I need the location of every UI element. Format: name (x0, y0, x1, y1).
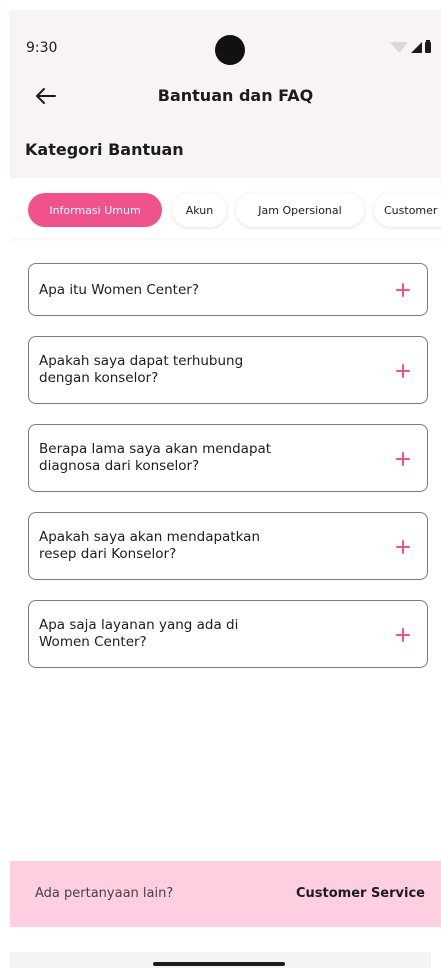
status-bar: 9:30 (10, 10, 441, 70)
category-chip-informasi-umum[interactable]: Informasi Umum (28, 193, 162, 227)
faq-item[interactable]: Berapa lama saya akan mendapat diagnosa … (28, 424, 428, 492)
wifi-icon (390, 42, 408, 53)
section-title: Kategori Bantuan (25, 140, 184, 159)
signal-icon (411, 42, 422, 53)
category-chip-jam-operasional[interactable]: Jam Opersional (236, 193, 364, 227)
faq-item[interactable]: Apakah saya akan mendapatkan resep dari … (28, 512, 428, 580)
customer-service-link[interactable]: Customer Service (296, 886, 425, 901)
category-chip-row[interactable]: Informasi Umum Akun Jam Opersional Custo… (10, 178, 441, 238)
faq-screen: 9:30 Bantuan dan FAQ Kategori Bantuan In… (10, 10, 441, 978)
status-icons (390, 40, 431, 53)
plus-icon[interactable] (393, 625, 413, 645)
top-app-bar: Bantuan dan FAQ (10, 74, 441, 118)
customer-service-bar: Ada pertanyaan lain? Customer Service (10, 861, 441, 927)
battery-icon (425, 40, 431, 53)
plus-icon[interactable] (393, 537, 413, 557)
faq-item[interactable]: Apa itu Women Center? (28, 263, 428, 316)
status-time: 9:30 (26, 40, 58, 56)
faq-question: Apakah saya dapat terhubung dengan konse… (39, 353, 244, 386)
category-chip-customer-service[interactable]: Customer Service (374, 193, 441, 227)
faq-item[interactable]: Apa saja layanan yang ada di Women Cente… (28, 600, 428, 668)
faq-question: Apa itu Women Center? (39, 282, 199, 298)
category-chip-akun[interactable]: Akun (172, 193, 227, 227)
plus-icon[interactable] (393, 280, 413, 300)
faq-item[interactable]: Apakah saya dapat terhubung dengan konse… (28, 336, 428, 404)
more-questions-text: Ada pertanyaan lain? (35, 886, 174, 901)
faq-question: Apakah saya akan mendapatkan resep dari … (39, 529, 261, 562)
home-indicator[interactable] (153, 962, 285, 966)
camera-cutout (215, 35, 245, 65)
faq-question: Berapa lama saya akan mendapat diagnosa … (39, 441, 272, 474)
plus-icon[interactable] (393, 361, 413, 381)
plus-icon[interactable] (393, 449, 413, 469)
faq-question: Apa saja layanan yang ada di Women Cente… (39, 617, 239, 650)
page-title: Bantuan dan FAQ (157, 86, 314, 105)
